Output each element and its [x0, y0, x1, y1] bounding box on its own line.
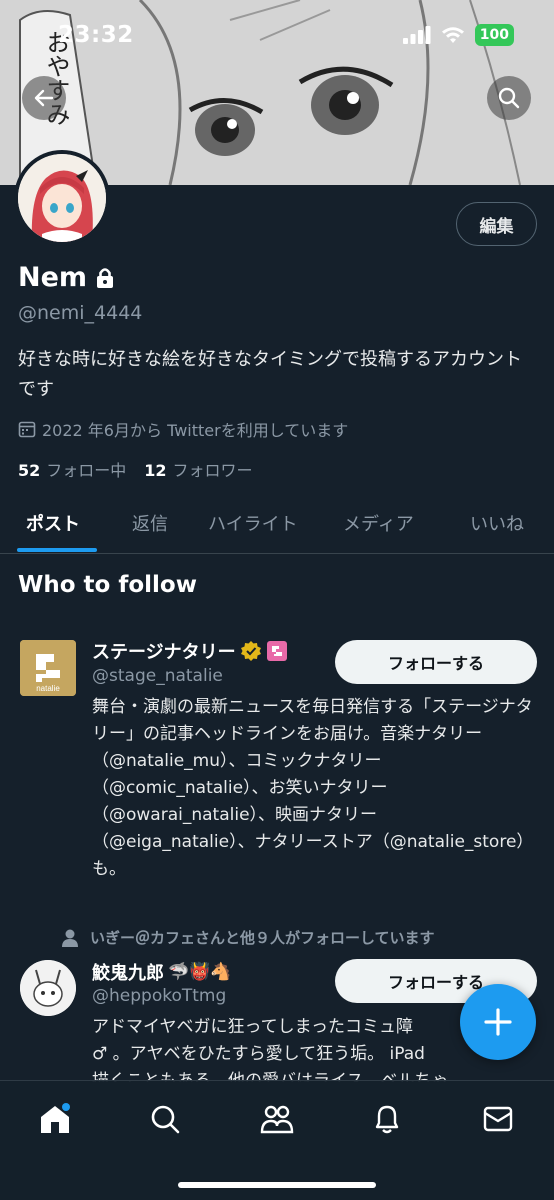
back-button[interactable] — [22, 76, 66, 120]
lock-icon — [97, 267, 114, 288]
nav-home[interactable] — [35, 1099, 75, 1139]
suggestion-name-row: 鮫鬼九郎 🦈👹🐴 — [92, 959, 232, 985]
followers-link[interactable]: 12 フォロワー — [144, 457, 252, 481]
social-context-text: いぎー＠カフェさんと他９人がフォローしています — [90, 929, 435, 947]
follow-button[interactable]: フォローする — [335, 640, 537, 684]
plus-icon — [484, 1008, 512, 1036]
tab-highlights[interactable]: ハイライト — [208, 510, 298, 536]
profile-tabs: ポスト 返信 ハイライト メディア いいね — [0, 498, 554, 554]
who-to-follow-title: Who to follow — [18, 572, 197, 598]
profile-bio: 好きな時に好きな絵を好きなタイミングで投稿するアカウントです — [18, 349, 522, 400]
suggestion-name: ステージナタリー — [92, 642, 236, 663]
following-link[interactable]: 52 フォロー中 — [18, 457, 126, 481]
affiliate-badge-icon — [266, 641, 287, 661]
compose-post-button[interactable] — [460, 984, 536, 1060]
suggestion-name-emoji: 🦈👹🐴 — [168, 962, 232, 982]
edit-profile-button[interactable]: 編集 — [456, 202, 537, 246]
tab-posts[interactable]: ポスト — [26, 510, 80, 536]
suggestion-avatar[interactable] — [20, 960, 76, 1016]
follow-stats: 52 フォロー中 12 フォロワー — [18, 457, 253, 481]
suggestion-handle: @heppokoTtmg — [92, 986, 227, 1006]
search-icon — [151, 1105, 180, 1134]
following-count: 52 — [18, 461, 41, 480]
tab-media[interactable]: メディア — [343, 510, 414, 536]
signal-icon — [402, 26, 431, 44]
tab-likes[interactable]: いいね — [470, 510, 524, 536]
profile-handle: @nemi_4444 — [18, 302, 143, 324]
profile-name-row: Nem — [18, 262, 115, 293]
search-button[interactable] — [487, 76, 531, 120]
suggestion-description: 舞台・演劇の最新ニュースを毎日発信する「ステージナタリー」の記事ヘッドラインをお… — [92, 697, 534, 879]
calendar-icon — [18, 421, 36, 438]
nav-messages[interactable] — [478, 1099, 518, 1139]
social-context: いぎー＠カフェさんと他９人がフォローしています — [60, 927, 435, 948]
home-indicator — [178, 1182, 376, 1188]
arrow-left-icon — [34, 89, 54, 107]
messages-icon — [483, 1106, 513, 1132]
nav-notifications[interactable] — [367, 1099, 407, 1139]
suggestion-avatar[interactable]: natalie — [20, 640, 76, 696]
joined-text: 2022 年6月から Twitterを利用しています — [42, 421, 349, 440]
suggestion-name-row: ステージナタリー — [92, 638, 288, 664]
status-time: 23:32 — [58, 22, 134, 48]
person-icon — [62, 929, 78, 947]
active-tab-indicator — [17, 548, 97, 552]
communities-icon — [260, 1105, 294, 1134]
nav-communities[interactable] — [257, 1099, 297, 1139]
notifications-icon — [375, 1105, 399, 1134]
status-bar: 23:32 100 — [0, 0, 554, 70]
battery-indicator: 100 — [474, 24, 514, 46]
avatar-brand-text: natalie — [36, 684, 60, 693]
profile-name: Nem — [18, 262, 88, 293]
nav-search[interactable] — [145, 1099, 185, 1139]
followers-label: フォロワー — [172, 461, 253, 480]
followers-count: 12 — [144, 461, 167, 480]
tab-replies[interactable]: 返信 — [132, 510, 168, 536]
search-icon — [498, 87, 520, 109]
verified-badge-icon — [240, 641, 261, 661]
suggestion-name: 鮫鬼九郎 — [92, 963, 164, 984]
home-icon — [41, 1103, 70, 1133]
profile-avatar[interactable] — [14, 150, 110, 246]
suggestion-handle: @stage_natalie — [92, 666, 223, 686]
following-label: フォロー中 — [46, 461, 127, 480]
joined-date: 2022 年6月から Twitterを利用しています — [18, 417, 348, 441]
wifi-icon — [441, 27, 464, 43]
